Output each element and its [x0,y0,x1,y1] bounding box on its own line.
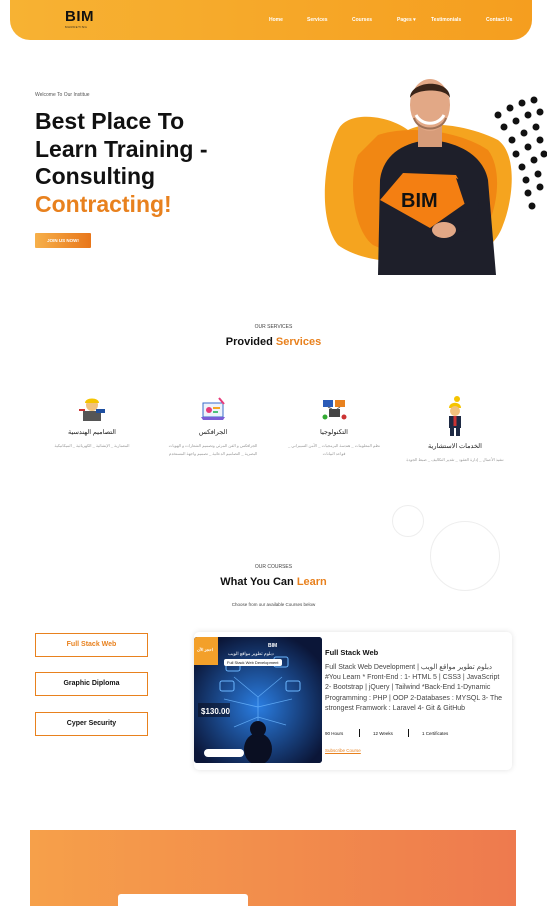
join-us-button[interactable]: JOIN US NOW! [35,233,91,248]
consulting-icon [449,396,461,436]
course-image: احجز الآن BIM دبلوم تطوير مواقع الويب Fu… [194,637,322,763]
bottom-card [118,894,248,906]
nav-home[interactable]: Home [269,17,283,23]
nav-courses[interactable]: Courses [352,17,372,23]
service-desc: المعمارية _ الإنشائية _ الكهربائية _ الم… [54,443,130,448]
hero-line-3: Consulting [35,163,156,189]
course-card[interactable]: احجز الآن BIM دبلوم تطوير مواقع الويب Fu… [194,632,512,770]
service-desc: نظم المعلومات _ هندسة البرمجيات _ الأمن … [288,443,380,456]
courses-heading-accent: Learn [296,576,327,588]
course-tab-graphic[interactable]: Graphic Diploma [35,672,148,696]
decor-circle-small [392,505,424,537]
service-title: التكنولوجيا [320,429,348,436]
courses-kicker: OUR COURSES [254,564,293,570]
logo-text: BIM [65,8,94,25]
service-card-consulting[interactable]: الخدمات الاستشارية تنفيذ الأعمال _ إدارة… [405,395,505,464]
nav-pages[interactable]: Pages ▾ [397,17,416,23]
meta-divider [359,729,360,737]
courses-subtitle: Choose from our available Courses below [231,602,316,607]
service-title: الجرافكس [198,429,228,436]
course-tab-cyber[interactable]: Cyper Security [35,712,148,736]
shirt-logo: BIM [401,190,438,212]
service-card-technology[interactable]: التكنولوجيا نظم المعلومات _ هندسة البرمج… [284,395,384,458]
services-heading: Provided Services [0,336,547,348]
service-title: الخدمات الاستشارية [428,443,482,450]
technology-icon [322,400,347,420]
services-heading-accent: Services [275,336,322,348]
nav-pages-label: Pages [397,17,412,23]
subscribe-course-link[interactable]: Subscribe Course [325,748,361,753]
image-brand: BIM [268,643,278,649]
hero-line-2: Learn Training - [35,135,208,162]
courses-heading: What You Can Learn [0,576,547,588]
bottom-banner [30,830,516,906]
hero-line-1: Best Place To [35,108,185,134]
course-title: Full Stack Web [325,648,379,657]
meta-divider [408,729,409,737]
course-weeks: 12 Weeks [373,731,393,736]
image-heading: دبلوم تطوير مواقع الويب [228,651,274,656]
chevron-down-icon: ▾ [411,17,416,23]
logo-subtext: MARKETING [65,25,88,29]
courses-heading-plain: What You Can [220,576,297,588]
hero-heading: Best Place To Learn Training - Consultin… [35,108,208,218]
page: BIM MARKETING Home Services Courses Page… [0,0,547,906]
services-heading-plain: Provided [225,336,276,348]
course-price: $130.00 [201,707,230,716]
course-hours: 90 Hours [325,731,344,736]
hero-illustration: BIM [324,79,547,275]
service-desc: تنفيذ الأعمال _ إدارة العقود _ تقدير الت… [406,457,504,462]
image-badge: احجز الآن [197,647,213,652]
person-figure [378,79,496,275]
service-card-engineering[interactable]: التصاميم الهندسية المعمارية _ الإنشائية … [42,395,142,450]
engineer-icon [79,398,105,421]
service-desc: الجرافكس و الفن المرئي وتصميم الشعارات و… [168,443,258,456]
services-kicker: OUR SERVICES [254,324,293,330]
service-card-graphics[interactable]: الجرافكس الجرافكس و الفن المرئي وتصميم ا… [163,395,263,458]
site-logo[interactable]: BIM MARKETING [62,8,100,30]
service-title: التصاميم الهندسية [68,429,116,436]
hero-welcome-text: Welcome To Our Institue [35,92,90,98]
course-tab-full-stack[interactable]: Full Stack Web [35,633,148,657]
hero-line-accent: Contracting! [35,190,172,217]
graphics-icon [201,397,225,420]
image-title: Full Stack Web Development [224,659,282,666]
course-certificates: 1 Certificates [422,731,449,736]
nav-testimonials[interactable]: Testimonials [431,17,461,23]
nav-contact[interactable]: Contact Us [486,17,512,23]
course-description: Full Stack Web Development | دبلوم تطوير… [325,664,503,712]
top-navbar: BIM MARKETING Home Services Courses Page… [10,0,532,40]
nav-services[interactable]: Services [307,17,328,23]
